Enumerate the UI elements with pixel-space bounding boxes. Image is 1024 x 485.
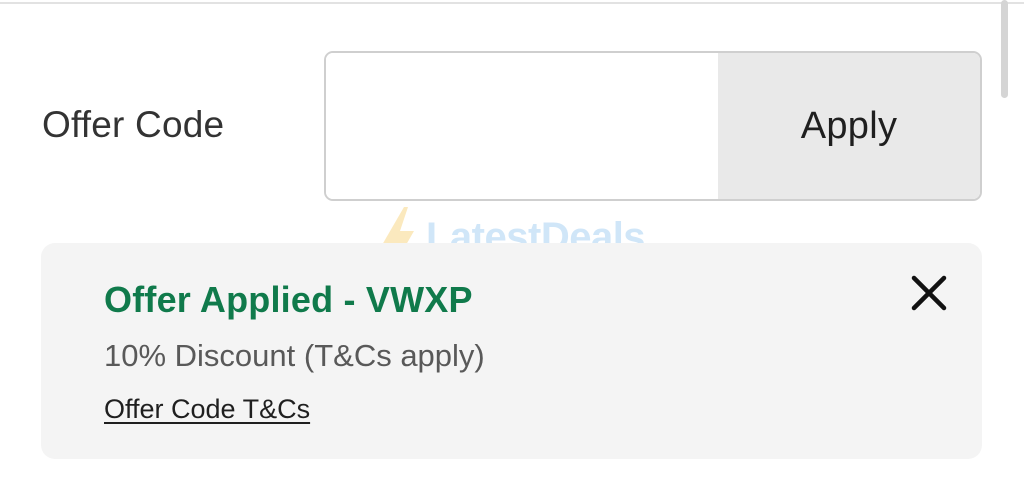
offer-code-input[interactable] bbox=[326, 53, 718, 199]
close-icon bbox=[911, 275, 947, 311]
offer-applied-title: Offer Applied - VWXP bbox=[104, 279, 473, 320]
remove-offer-button[interactable] bbox=[908, 273, 950, 313]
applied-offer-panel: Offer Applied - VWXP 10% Discount (T&Cs … bbox=[41, 243, 982, 459]
top-divider bbox=[0, 2, 1024, 4]
offer-discount-description: 10% Discount (T&Cs apply) bbox=[104, 338, 485, 373]
offer-terms-link[interactable]: Offer Code T&Cs bbox=[104, 394, 310, 425]
scrollbar-thumb[interactable] bbox=[1001, 0, 1008, 98]
offer-code-section: Offer Code Apply LatestDeals .co.uk Offe… bbox=[0, 0, 1024, 485]
apply-button[interactable]: Apply bbox=[718, 53, 980, 199]
offer-code-form: Apply bbox=[324, 51, 982, 201]
offer-code-label: Offer Code bbox=[42, 104, 225, 145]
